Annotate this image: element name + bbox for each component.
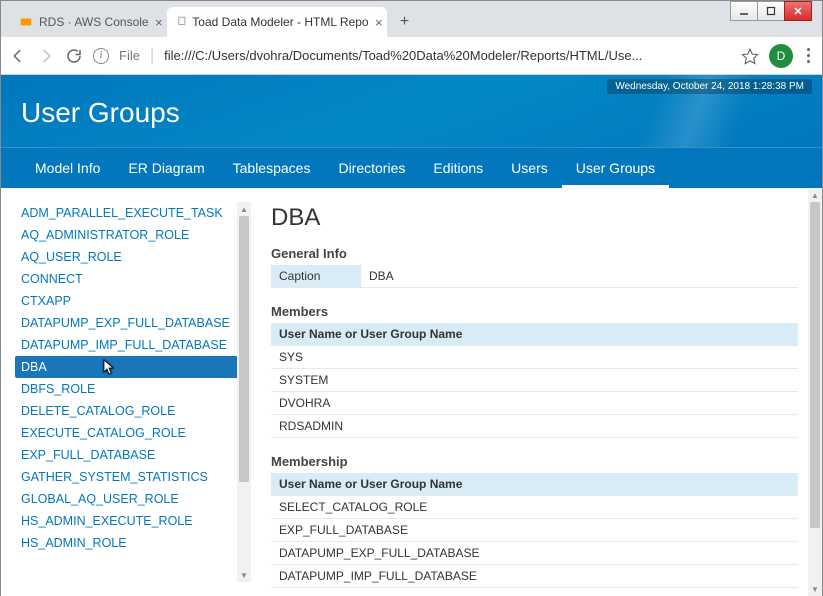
cell: DVOHRA [271, 392, 798, 415]
scroll-up-icon[interactable]: ▲ [808, 188, 822, 202]
tab-title: Toad Data Modeler - HTML Repo [192, 15, 368, 29]
reload-button[interactable] [65, 47, 83, 65]
sidebar-item[interactable]: HS_ADMIN_ROLE [15, 532, 247, 554]
sidebar-item[interactable]: GLOBAL_AQ_USER_ROLE [15, 488, 247, 510]
cell: SELECT_CATALOG_ROLE [271, 496, 798, 519]
membership-table: User Name or User Group Name SELECT_CATA… [271, 473, 798, 588]
aws-favicon-icon [19, 15, 33, 29]
nav-tab-er-diagram[interactable]: ER Diagram [114, 148, 218, 188]
browser-toolbar: i File | file:///C:/Users/dvohra/Documen… [1, 37, 822, 75]
profile-avatar[interactable]: D [769, 44, 793, 68]
cell: SYS [271, 346, 798, 369]
sidebar-item[interactable]: DATAPUMP_EXP_FULL_DATABASE [15, 312, 247, 334]
caption-label: Caption [271, 265, 361, 288]
sidebar-item[interactable]: ADM_PARALLEL_EXECUTE_TASK [15, 202, 247, 224]
window-close-button[interactable] [784, 1, 812, 21]
caption-value: DBA [361, 265, 798, 288]
sidebar-item[interactable]: DBFS_ROLE [15, 378, 247, 400]
general-info-table: Caption DBA [271, 265, 798, 288]
tab-title: RDS · AWS Console [39, 15, 149, 29]
table-row: Caption DBA [271, 265, 798, 288]
timestamp-label: Wednesday, October 24, 2018 1:28:38 PM [607, 79, 812, 94]
table-row: RDSADMIN [271, 415, 798, 438]
sidebar-item[interactable]: DBA [15, 356, 247, 378]
window-minimize-button[interactable] [730, 1, 758, 21]
detail-title: DBA [271, 204, 798, 232]
table-row: SELECT_CATALOG_ROLE [271, 496, 798, 519]
cell: DATAPUMP_IMP_FULL_DATABASE [271, 565, 798, 588]
sidebar-item[interactable]: GATHER_SYSTEM_STATISTICS [15, 466, 247, 488]
sidebar-item[interactable]: AQ_USER_ROLE [15, 246, 247, 268]
nav-tab-user-groups[interactable]: User Groups [562, 148, 669, 188]
sidebar-item[interactable]: EXP_FULL_DATABASE [15, 444, 247, 466]
section-heading-general: General Info [271, 246, 798, 261]
nav-tab-users[interactable]: Users [497, 148, 562, 188]
browser-tab[interactable]: RDS · AWS Console × [9, 7, 167, 37]
address-bar[interactable]: file:///C:/Users/dvohra/Documents/Toad%2… [164, 48, 731, 63]
main-scrollbar[interactable]: ▲ ▼ [808, 188, 822, 596]
page-title: User Groups [21, 97, 802, 129]
detail-panel: DBA General Info Caption DBA Members Use… [251, 188, 822, 596]
back-button[interactable] [9, 47, 27, 65]
browser-tab[interactable]: Toad Data Modeler - HTML Repo × [167, 7, 387, 37]
scroll-down-icon[interactable]: ▼ [237, 568, 251, 582]
sidebar-item[interactable]: DATAPUMP_IMP_FULL_DATABASE [15, 334, 247, 356]
new-tab-button[interactable]: + [393, 10, 417, 34]
cell: EXP_FULL_DATABASE [271, 519, 798, 542]
browser-menu-button[interactable] [803, 44, 814, 67]
tab-close-icon[interactable]: × [375, 15, 383, 30]
section-heading-membership: Membership [271, 454, 798, 469]
bookmark-star-icon[interactable] [741, 47, 759, 65]
window-control-group [731, 1, 812, 21]
url-scheme-label: File [119, 48, 140, 63]
sidebar-item[interactable]: CTXAPP [15, 290, 247, 312]
nav-tab-directories[interactable]: Directories [324, 148, 419, 188]
cell: RDSADMIN [271, 415, 798, 438]
page-header: Wednesday, October 24, 2018 1:28:38 PM U… [1, 75, 822, 147]
nav-tab-model-info[interactable]: Model Info [21, 148, 114, 188]
nav-tab-editions[interactable]: Editions [419, 148, 497, 188]
browser-tabstrip: RDS · AWS Console × Toad Data Modeler - … [1, 1, 822, 37]
sidebar-scrollbar[interactable]: ▲ ▼ [237, 202, 251, 582]
table-header-row: User Name or User Group Name [271, 323, 798, 346]
site-info-icon[interactable]: i [93, 48, 109, 64]
nav-tab-tablespaces[interactable]: Tablespaces [219, 148, 325, 188]
cell: SYSTEM [271, 369, 798, 392]
sidebar-item[interactable]: CONNECT [15, 268, 247, 290]
members-header: User Name or User Group Name [271, 323, 798, 346]
membership-header: User Name or User Group Name [271, 473, 798, 496]
window-maximize-button[interactable] [757, 1, 785, 21]
mouse-cursor-icon [100, 358, 116, 378]
scroll-thumb[interactable] [239, 216, 249, 482]
section-heading-members: Members [271, 304, 798, 319]
tab-close-icon[interactable]: × [155, 15, 163, 30]
table-row: SYS [271, 346, 798, 369]
content-area: ADM_PARALLEL_EXECUTE_TASKAQ_ADMINISTRATO… [1, 188, 822, 596]
table-row: SYSTEM [271, 369, 798, 392]
sidebar-item[interactable]: DELETE_CATALOG_ROLE [15, 400, 247, 422]
scroll-up-icon[interactable]: ▲ [237, 202, 251, 216]
sidebar-item[interactable]: HS_ADMIN_EXECUTE_ROLE [15, 510, 247, 532]
members-table: User Name or User Group Name SYSSYSTEMDV… [271, 323, 798, 438]
table-row: DVOHRA [271, 392, 798, 415]
table-row: EXP_FULL_DATABASE [271, 519, 798, 542]
sidebar-item[interactable]: AQ_ADMINISTRATOR_ROLE [15, 224, 247, 246]
cell: DATAPUMP_EXP_FULL_DATABASE [271, 542, 798, 565]
report-nav-tabs: Model InfoER DiagramTablespacesDirectori… [1, 147, 822, 188]
table-header-row: User Name or User Group Name [271, 473, 798, 496]
scroll-down-icon[interactable]: ▼ [808, 582, 822, 596]
sidebar-item[interactable]: EXECUTE_CATALOG_ROLE [15, 422, 247, 444]
sidebar: ADM_PARALLEL_EXECUTE_TASKAQ_ADMINISTRATO… [1, 188, 251, 596]
table-row: DATAPUMP_EXP_FULL_DATABASE [271, 542, 798, 565]
table-row: DATAPUMP_IMP_FULL_DATABASE [271, 565, 798, 588]
scroll-thumb[interactable] [810, 202, 820, 528]
document-favicon-icon [177, 15, 187, 29]
forward-button[interactable] [37, 47, 55, 65]
